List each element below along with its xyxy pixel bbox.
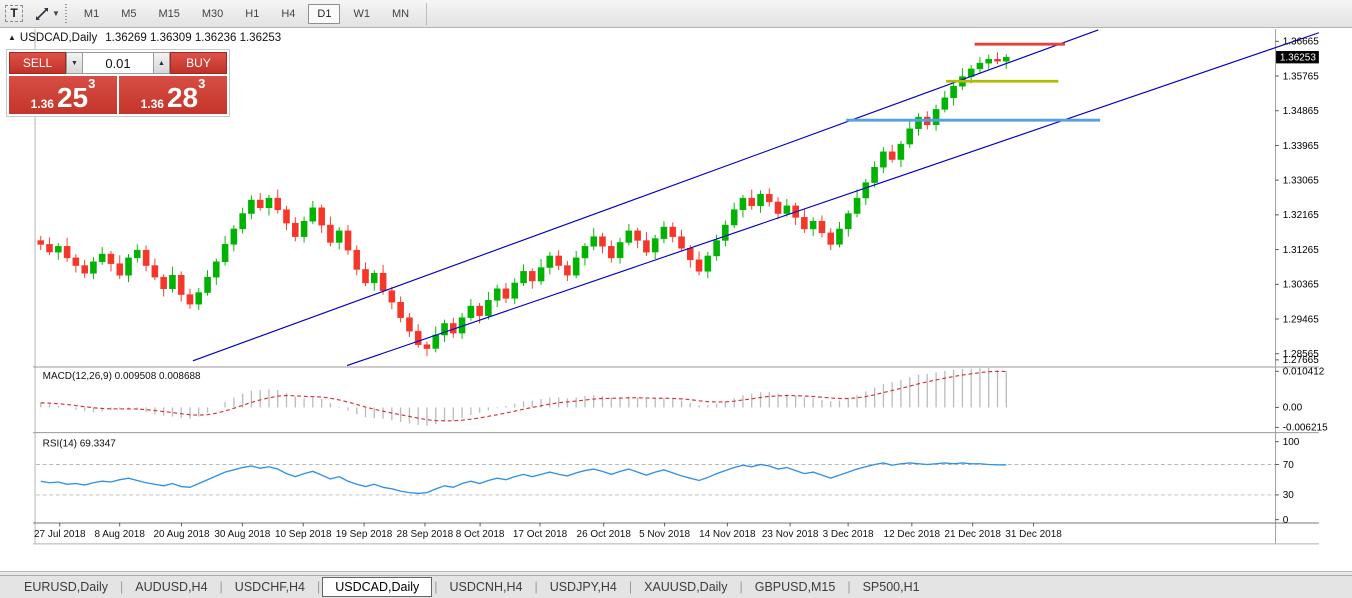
chart-title: ▲ USDCAD,Daily 1.36269 1.36309 1.36236 1.3… [8, 32, 281, 44]
timeframe-h1[interactable]: H1 [236, 4, 268, 24]
toolbar-separator [426, 3, 427, 25]
chart-symbol-period: USDCAD,Daily [20, 32, 97, 44]
rsi-label: RSI(14) 69.3347 [43, 438, 117, 449]
timeframe-w1[interactable]: W1 [344, 4, 379, 24]
svg-text:1.36253: 1.36253 [1280, 53, 1316, 64]
tab-separator: | [315, 580, 322, 594]
text-tool-icon: T [5, 5, 22, 22]
svg-text:100: 100 [1283, 437, 1300, 448]
tab-separator: | [627, 580, 634, 594]
bid-price-major: 1.36 [31, 97, 54, 111]
chevron-down-icon: ▼ [52, 9, 60, 18]
chart-tab-usdchf-h4[interactable]: USDCHF,H4 [225, 578, 315, 596]
svg-text:0: 0 [1283, 515, 1289, 526]
cursor-tool-button[interactable]: ▼ [34, 3, 60, 25]
one-click-trading-panel: SELL ▼ 0.01 ▲ BUY 1.36 25 3 1.36 28 3 [6, 49, 230, 117]
chart-tab-audusd-h4[interactable]: AUDUSD,H4 [125, 578, 217, 596]
svg-text:27 Jul 2018: 27 Jul 2018 [34, 529, 86, 540]
bid-price-point: 3 [88, 78, 95, 90]
chart-tab-usdcnh-h4[interactable]: USDCNH,H4 [440, 578, 533, 596]
bid-price-pips: 25 [57, 85, 88, 111]
svg-text:1.33965: 1.33965 [1283, 141, 1319, 152]
svg-text:1.27665: 1.27665 [1283, 355, 1319, 366]
ohlc-close: 1.36253 [240, 32, 282, 44]
top-toolbar: T ▼ M1M5M15M30H1H4D1W1MN [0, 0, 1352, 28]
timeframe-h4[interactable]: H4 [272, 4, 304, 24]
ask-price-point: 3 [198, 78, 205, 90]
svg-text:8 Aug 2018: 8 Aug 2018 [94, 529, 145, 540]
svg-text:20 Aug 2018: 20 Aug 2018 [153, 529, 209, 540]
svg-text:0.00: 0.00 [1283, 403, 1303, 414]
chart-window: 1.36665 1.35765 1.34865 1.33965 1.33065 1.321… [0, 28, 1352, 571]
toolbar-grip [65, 4, 67, 24]
ask-price-major: 1.36 [141, 97, 164, 111]
svg-text:1.34865: 1.34865 [1283, 106, 1319, 117]
timeframe-m1[interactable]: M1 [75, 4, 108, 24]
svg-text:30: 30 [1283, 490, 1295, 501]
timeframe-m15[interactable]: M15 [149, 4, 188, 24]
svg-text:1.33065: 1.33065 [1283, 175, 1319, 186]
svg-text:10 Sep 2018: 10 Sep 2018 [275, 529, 332, 540]
sell-button[interactable]: SELL [9, 52, 66, 74]
tab-separator: | [532, 580, 539, 594]
svg-text:5 Nov 2018: 5 Nov 2018 [639, 529, 690, 540]
chart-tab-eurusd-daily[interactable]: EURUSD,Daily [14, 578, 118, 596]
svg-text:1.32165: 1.32165 [1283, 210, 1319, 221]
svg-text:3 Dec 2018: 3 Dec 2018 [823, 529, 874, 540]
svg-text:31 Dec 2018: 31 Dec 2018 [1005, 529, 1062, 540]
tab-separator: | [432, 580, 439, 594]
volume-field[interactable]: 0.01 [83, 52, 153, 74]
triangle-up-icon: ▲ [158, 60, 165, 67]
timeframe-m30[interactable]: M30 [193, 4, 232, 24]
svg-text:1.29465: 1.29465 [1283, 314, 1319, 325]
svg-text:70: 70 [1283, 460, 1295, 471]
svg-text:21 Dec 2018: 21 Dec 2018 [944, 529, 1001, 540]
svg-text:1.30365: 1.30365 [1283, 280, 1319, 291]
ohlc-low: 1.36236 [195, 32, 237, 44]
collapse-triangle-icon[interactable]: ▲ [8, 33, 16, 42]
tab-separator: | [845, 580, 852, 594]
svg-text:1.35765: 1.35765 [1283, 71, 1319, 82]
chart-tabbar: EURUSD,Daily|AUDUSD,H4|USDCHF,H4|USDCAD,… [0, 575, 1352, 598]
svg-text:23 Nov 2018: 23 Nov 2018 [762, 529, 819, 540]
triangle-down-icon: ▼ [71, 60, 78, 67]
chart-tab-sp500-h1[interactable]: SP500,H1 [853, 578, 930, 596]
svg-text:0.010412: 0.010412 [1283, 367, 1325, 378]
ask-price-display[interactable]: 1.36 28 3 [119, 76, 227, 114]
volume-increase-button[interactable]: ▲ [153, 52, 170, 74]
svg-text:28 Sep 2018: 28 Sep 2018 [397, 529, 454, 540]
svg-text:8 Oct 2018: 8 Oct 2018 [456, 529, 505, 540]
chart-tab-usdcad-daily[interactable]: USDCAD,Daily [322, 577, 432, 597]
tab-separator: | [737, 580, 744, 594]
svg-text:19 Sep 2018: 19 Sep 2018 [336, 529, 393, 540]
ask-price-pips: 28 [167, 85, 198, 111]
macd-label: MACD(12,26,9) 0.009508 0.008688 [43, 371, 201, 382]
ohlc-open: 1.36269 [105, 32, 147, 44]
volume-decrease-button[interactable]: ▼ [66, 52, 83, 74]
svg-text:1.31265: 1.31265 [1283, 245, 1319, 256]
ohlc-high: 1.36309 [150, 32, 192, 44]
cursor-arrows-icon [34, 6, 50, 22]
tab-separator: | [118, 580, 125, 594]
timeframe-m5[interactable]: M5 [112, 4, 145, 24]
chart-tab-xauusd-daily[interactable]: XAUUSD,Daily [634, 578, 737, 596]
bid-price-display[interactable]: 1.36 25 3 [9, 76, 117, 114]
svg-text:12 Dec 2018: 12 Dec 2018 [884, 529, 941, 540]
svg-text:1.36665: 1.36665 [1283, 37, 1319, 48]
timeframe-mn[interactable]: MN [383, 4, 418, 24]
svg-text:30 Aug 2018: 30 Aug 2018 [214, 529, 270, 540]
svg-text:26 Oct 2018: 26 Oct 2018 [577, 529, 632, 540]
current-price-tag: 1.36253 [1276, 51, 1319, 64]
chart-tab-gbpusd-m15[interactable]: GBPUSD,M15 [745, 578, 846, 596]
timeframe-toolbar: M1M5M15M30H1H4D1W1MN [73, 4, 420, 24]
svg-text:-0.006215: -0.006215 [1283, 423, 1328, 434]
svg-text:14 Nov 2018: 14 Nov 2018 [699, 529, 756, 540]
tab-separator: | [218, 580, 225, 594]
chart-tab-usdjpy-h4[interactable]: USDJPY,H4 [540, 578, 627, 596]
text-tool-button[interactable]: T [3, 3, 25, 25]
timeframe-d1[interactable]: D1 [308, 4, 340, 24]
buy-button[interactable]: BUY [170, 52, 227, 74]
svg-text:17 Oct 2018: 17 Oct 2018 [513, 529, 568, 540]
